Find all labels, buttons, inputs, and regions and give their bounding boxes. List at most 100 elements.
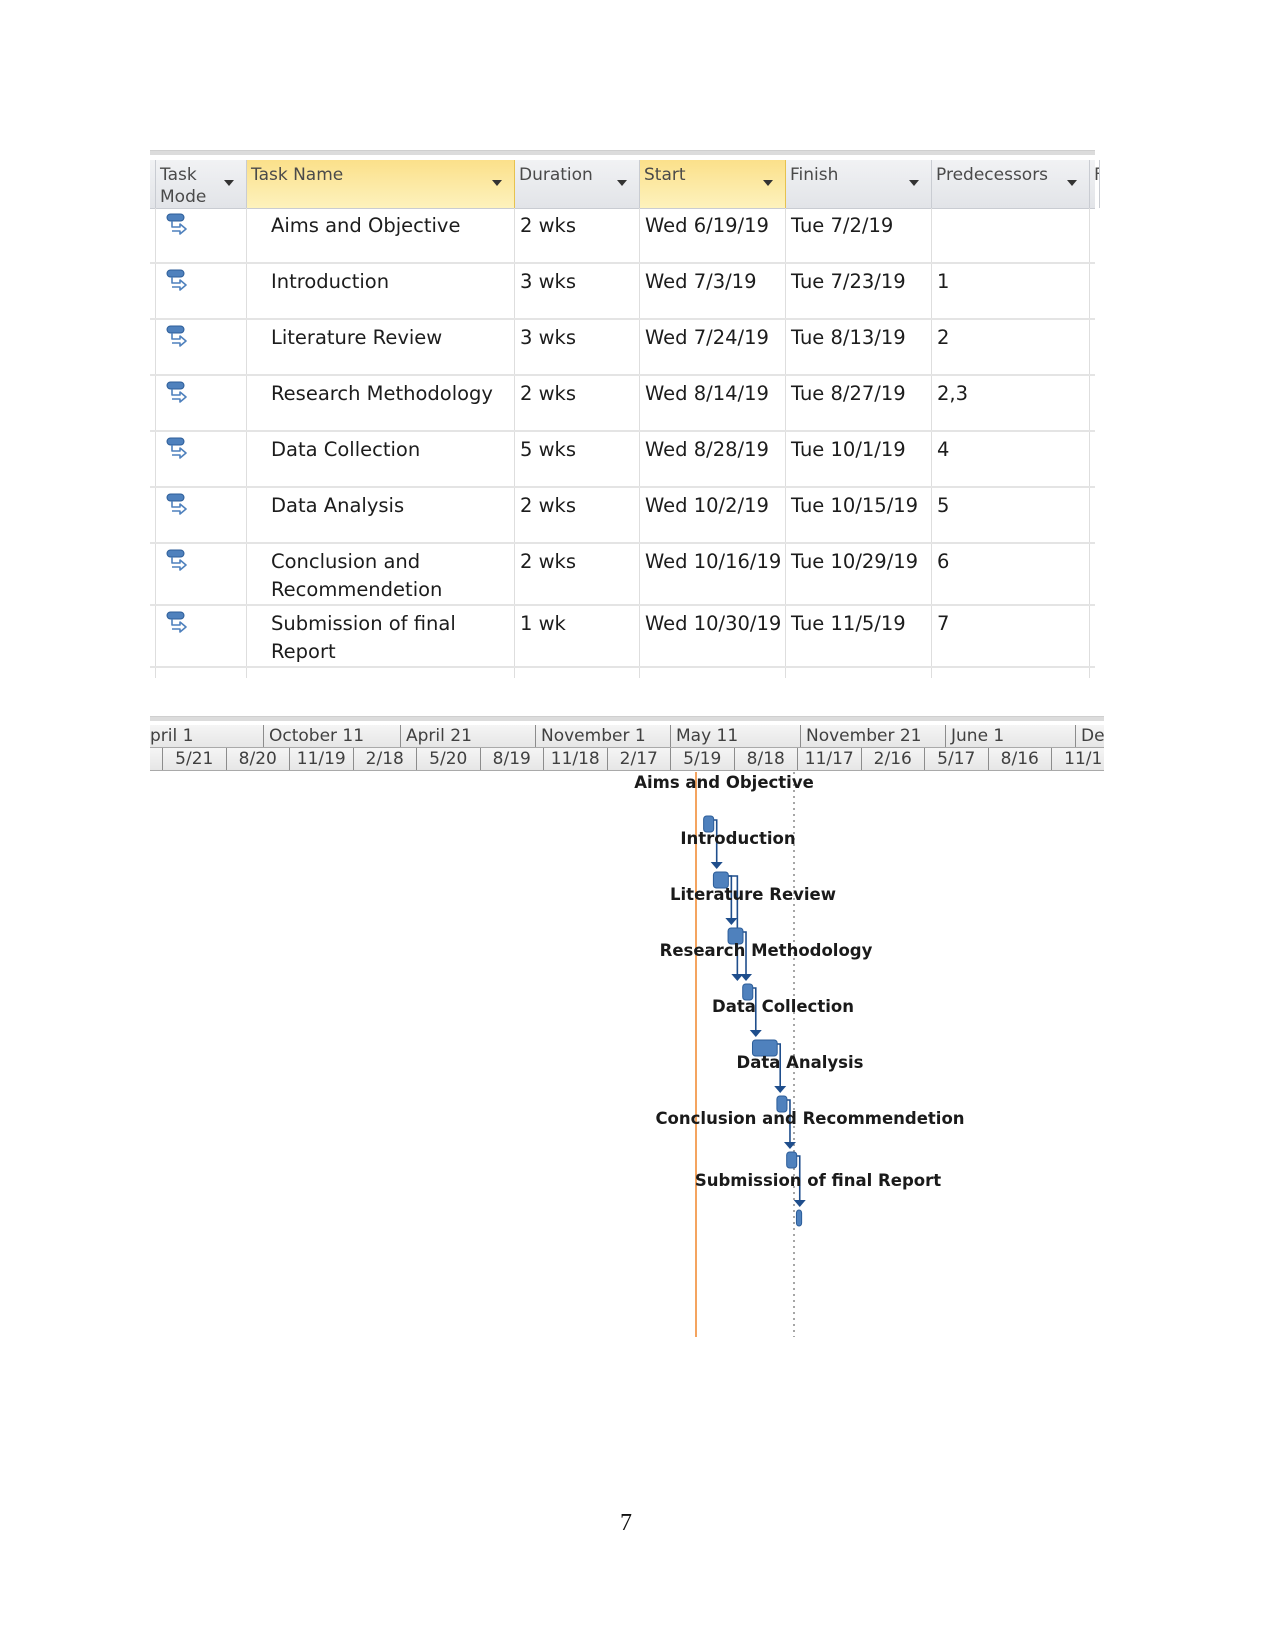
dependency-arrow-icon — [725, 918, 738, 925]
column-header-label: F — [1094, 165, 1099, 185]
blank-cell — [786, 668, 932, 678]
duration-cell[interactable]: 2 wks — [515, 544, 640, 604]
dropdown-arrow-icon[interactable] — [224, 180, 234, 186]
timescale-top-tier: pril 1 October 11 April 21 November 1 May 11… — [150, 725, 1104, 748]
start-cell[interactable]: Wed 6/19/19 — [640, 208, 786, 262]
task-mode-cell[interactable] — [155, 488, 247, 542]
task-mode-cell[interactable] — [155, 544, 247, 604]
column-header-task-name[interactable]: Task Name — [247, 160, 515, 208]
table-row[interactable]: Submission of final Report 1 wk Wed 10/30/1… — [150, 606, 1095, 668]
table-row[interactable]: Literature Review 3 wks Wed 7/24/19 Tue 8/1… — [150, 320, 1095, 376]
duration-cell[interactable]: 3 wks — [515, 264, 640, 318]
duration-cell[interactable]: 2 wks — [515, 376, 640, 430]
dropdown-arrow-icon[interactable] — [492, 180, 502, 186]
predecessors-cell[interactable]: 2,3 — [932, 376, 1090, 430]
task-bar-label: Data Collection — [712, 997, 854, 1016]
timescale-major-tick: November 1 — [535, 725, 670, 747]
start-cell[interactable]: Wed 8/14/19 — [640, 376, 786, 430]
start-cell[interactable]: Wed 10/16/19 — [640, 544, 786, 604]
timescale-minor-tick: 8/18 — [733, 748, 798, 770]
predecessors-cell[interactable]: 1 — [932, 264, 1090, 318]
task-mode-cell[interactable] — [155, 320, 247, 374]
dropdown-arrow-icon[interactable] — [909, 180, 919, 186]
finish-cell[interactable]: Tue 7/23/19 — [786, 264, 932, 318]
table-row-blank — [150, 668, 1095, 678]
dependency-arrow-icon — [749, 1030, 762, 1037]
timescale-minor-tick: 8/20 — [225, 748, 290, 770]
task-name-text: Data Analysis — [271, 494, 405, 517]
finish-cell[interactable]: Tue 10/1/19 — [786, 432, 932, 486]
start-cell[interactable]: Wed 10/2/19 — [640, 488, 786, 542]
auto-scheduled-task-icon — [166, 493, 192, 517]
table-row[interactable]: Aims and Objective 2 wks Wed 6/19/19 Tue 7/… — [150, 208, 1095, 264]
auto-scheduled-task-icon — [166, 549, 192, 573]
task-bar[interactable] — [786, 1151, 798, 1169]
start-cell[interactable]: Wed 7/3/19 — [640, 264, 786, 318]
table-row[interactable]: Data Collection 5 wks Wed 8/28/19 Tue 10/1/… — [150, 432, 1095, 488]
timescale-minor-tick: 5/20 — [416, 748, 480, 770]
task-name-cell[interactable]: Literature Review — [247, 320, 515, 374]
column-header-label: Start — [644, 165, 686, 185]
table-row[interactable]: Research Methodology 2 wks Wed 8/14/19 Tue … — [150, 376, 1095, 432]
predecessors-cell[interactable]: 2 — [932, 320, 1090, 374]
task-bar-label: Conclusion and Recommendetion — [655, 1109, 964, 1128]
column-header-duration[interactable]: Duration — [515, 160, 640, 208]
predecessors-cell[interactable] — [932, 208, 1090, 262]
task-name-cell[interactable]: Aims and Objective — [247, 208, 515, 262]
timescale-minor-tick: 11/1 — [1051, 748, 1104, 770]
start-cell[interactable]: Wed 10/30/19 — [640, 606, 786, 666]
table-row[interactable]: Conclusion and Recommendetion 2 wks Wed 10/… — [150, 544, 1095, 606]
timescale-major-tick: De — [1075, 725, 1104, 747]
dropdown-arrow-icon[interactable] — [763, 180, 773, 186]
task-mode-cell[interactable] — [155, 264, 247, 318]
timescale-minor-tick: 11/18 — [543, 748, 607, 770]
task-mode-cell[interactable] — [155, 208, 247, 262]
duration-cell[interactable]: 2 wks — [515, 208, 640, 262]
task-mode-cell[interactable] — [155, 432, 247, 486]
task-bar[interactable] — [795, 1209, 803, 1227]
task-name-cell[interactable]: Conclusion and Recommendetion — [247, 544, 515, 604]
timescale-minor-tick: 2/16 — [860, 748, 925, 770]
table-row[interactable]: Data Analysis 2 wks Wed 10/2/19 Tue 10/15/1… — [150, 488, 1095, 544]
start-cell[interactable]: Wed 7/24/19 — [640, 320, 786, 374]
predecessors-cell[interactable]: 6 — [932, 544, 1090, 604]
column-header-start[interactable]: Start — [640, 160, 786, 208]
finish-cell[interactable]: Tue 8/27/19 — [786, 376, 932, 430]
dropdown-arrow-icon[interactable] — [1067, 180, 1077, 186]
column-header-predecessors[interactable]: Predecessors — [932, 160, 1090, 208]
task-bar-label: Submission of final Report — [695, 1171, 941, 1190]
table-row[interactable]: Introduction 3 wks Wed 7/3/19 Tue 7/23/19 1 — [150, 264, 1095, 320]
finish-cell[interactable]: Tue 7/2/19 — [786, 208, 932, 262]
timescale-major-tick: June 1 — [945, 725, 1075, 747]
timescale-minor-tick: 11/17 — [797, 748, 861, 770]
duration-cell[interactable]: 1 wk — [515, 606, 640, 666]
dependency-arrow-icon — [793, 1200, 806, 1207]
column-header-finish[interactable]: Finish — [786, 160, 932, 208]
column-header-label: Predecessors — [936, 165, 1049, 185]
gantt-chart: pril 1 October 11 April 21 November 1 May 11… — [150, 716, 1104, 1337]
column-header-truncated[interactable]: F — [1090, 160, 1100, 208]
duration-cell[interactable]: 3 wks — [515, 320, 640, 374]
duration-cell[interactable]: 5 wks — [515, 432, 640, 486]
dropdown-arrow-icon[interactable] — [617, 180, 627, 186]
predecessors-cell[interactable]: 7 — [932, 606, 1090, 666]
task-name-cell[interactable]: Research Methodology — [247, 376, 515, 430]
predecessors-cell[interactable]: 5 — [932, 488, 1090, 542]
task-bar-label: Literature Review — [670, 885, 836, 904]
task-name-cell[interactable]: Data Analysis — [247, 488, 515, 542]
task-mode-cell[interactable] — [155, 376, 247, 430]
finish-cell[interactable]: Tue 8/13/19 — [786, 320, 932, 374]
finish-cell[interactable]: Tue 10/29/19 — [786, 544, 932, 604]
task-mode-cell[interactable] — [155, 606, 247, 666]
finish-cell[interactable]: Tue 10/15/19 — [786, 488, 932, 542]
duration-cell[interactable]: 2 wks — [515, 488, 640, 542]
task-name-cell[interactable]: Data Collection — [247, 432, 515, 486]
start-cell[interactable]: Wed 8/28/19 — [640, 432, 786, 486]
column-header-task-mode[interactable]: Task Mode — [155, 160, 247, 208]
predecessors-cell[interactable]: 4 — [932, 432, 1090, 486]
task-name-cell[interactable]: Introduction — [247, 264, 515, 318]
task-name-cell[interactable]: Submission of final Report — [247, 606, 515, 666]
finish-cell[interactable]: Tue 11/5/19 — [786, 606, 932, 666]
blank-cell — [640, 668, 786, 678]
auto-scheduled-task-icon — [166, 213, 192, 237]
